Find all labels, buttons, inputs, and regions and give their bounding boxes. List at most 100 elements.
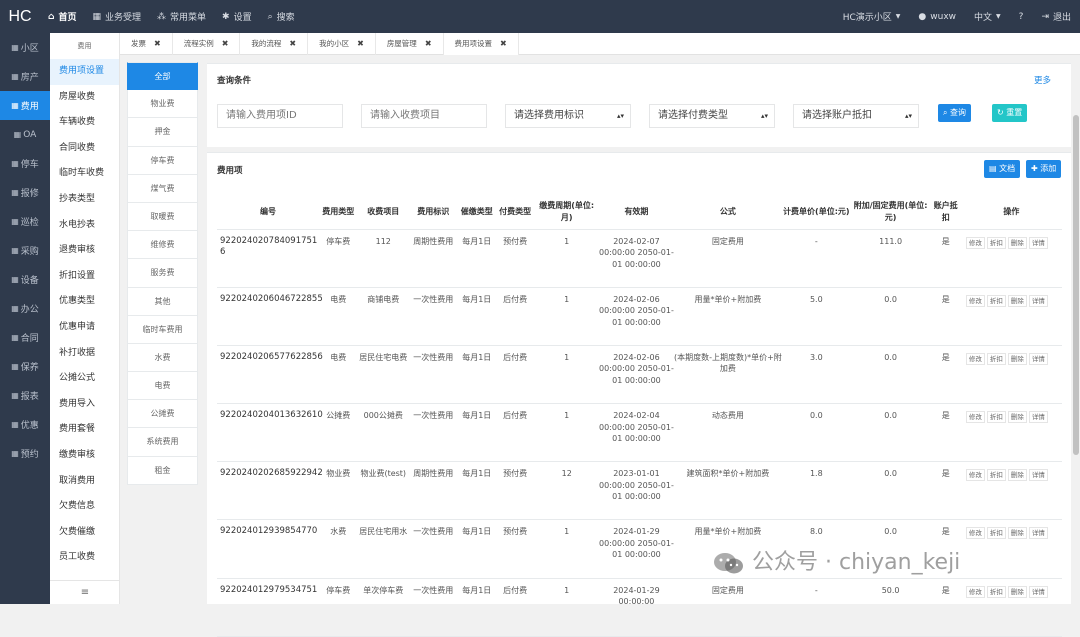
submenu-item[interactable]: 取消费用 <box>50 469 119 495</box>
submenu-item[interactable]: 员工收费 <box>50 545 119 571</box>
fee-category-item[interactable]: 临时车费用 <box>127 315 198 344</box>
submenu-item[interactable]: 费用导入 <box>50 392 119 418</box>
community-dropdown[interactable]: HC演示小区 ▼ <box>834 0 910 33</box>
page-tab[interactable]: 我的小区 ✖ <box>308 33 376 55</box>
discount-button[interactable]: 折扣 <box>986 469 1006 482</box>
fee-category-item[interactable]: 停车费 <box>127 146 198 175</box>
submenu-item[interactable]: 缴费审核 <box>50 443 119 469</box>
delete-button[interactable]: 删除 <box>1007 236 1027 249</box>
nav-settings[interactable]: ✱ 设置 <box>214 0 260 33</box>
detail-button[interactable]: 详情 <box>1028 294 1048 307</box>
submenu-item[interactable]: 临时车收费 <box>50 161 119 187</box>
close-icon[interactable]: ✖ <box>357 39 364 48</box>
discount-button[interactable]: 折扣 <box>986 585 1006 598</box>
account-deduct-select[interactable]: 请选择账户抵扣 ▴▾ <box>793 104 919 128</box>
fee-name-input[interactable]: 请输入收费项目 <box>361 104 487 128</box>
page-tab[interactable]: 流程实例 ✖ <box>173 33 241 55</box>
submenu-item[interactable]: 折扣设置 <box>50 264 119 290</box>
fee-category-item[interactable]: 其他 <box>127 287 198 316</box>
nav-search[interactable]: ⌕ 搜索 <box>260 0 303 33</box>
edit-button[interactable]: 修改 <box>965 585 985 598</box>
fee-category-item[interactable]: 全部 <box>127 62 198 91</box>
sidebar-item[interactable]: ▦ 设备 <box>0 265 50 294</box>
fee-category-item[interactable]: 押金 <box>127 118 198 147</box>
fee-category-item[interactable]: 系统费用 <box>127 428 198 457</box>
close-icon[interactable]: ✖ <box>222 39 229 48</box>
collapse-menu-button[interactable]: ≡ <box>50 580 120 604</box>
fee-item-id-input[interactable]: 请输入费用项ID <box>217 104 343 128</box>
close-icon[interactable]: ✖ <box>500 39 507 48</box>
sidebar-item[interactable]: ▦ 巡检 <box>0 207 50 236</box>
language-dropdown[interactable]: 中文 ▼ <box>965 0 1010 33</box>
delete-button[interactable]: 删除 <box>1007 469 1027 482</box>
fee-category-item[interactable]: 取暖费 <box>127 202 198 232</box>
close-icon[interactable]: ✖ <box>154 39 161 48</box>
submenu-item[interactable]: 公摊公式 <box>50 366 119 392</box>
submenu-item[interactable]: 补打收据 <box>50 341 119 367</box>
sidebar-item[interactable]: ▦ 保养 <box>0 352 50 381</box>
more-link[interactable]: 更多 <box>1034 74 1051 86</box>
discount-button[interactable]: 折扣 <box>986 236 1006 249</box>
doc-button[interactable]: ▤ 文档 <box>984 160 1021 178</box>
close-icon[interactable]: ✖ <box>425 39 432 48</box>
sidebar-item[interactable]: ▦ 采购 <box>0 236 50 265</box>
submenu-item[interactable]: 优惠类型 <box>50 289 119 315</box>
detail-button[interactable]: 详情 <box>1028 469 1048 482</box>
logo[interactable]: HC <box>0 8 40 26</box>
search-button[interactable]: ⌕ 查询 <box>938 104 972 122</box>
submenu-item[interactable]: 欠费信息 <box>50 494 119 520</box>
reset-button[interactable]: ↻ 重置 <box>992 104 1028 122</box>
submenu-item[interactable]: 欠费催缴 <box>50 520 119 546</box>
delete-button[interactable]: 删除 <box>1007 352 1027 365</box>
submenu-item[interactable]: 房屋收费 <box>50 85 119 111</box>
edit-button[interactable]: 修改 <box>965 469 985 482</box>
detail-button[interactable]: 详情 <box>1028 236 1048 249</box>
page-tab[interactable]: 房屋管理 ✖ <box>376 33 444 55</box>
user-dropdown[interactable]: ● wuxw <box>909 0 965 33</box>
submenu-item[interactable]: 费用项设置 <box>50 59 119 85</box>
page-tab[interactable]: 我的流程 ✖ <box>240 33 309 55</box>
nav-common-menu[interactable]: ⁂ 常用菜单 <box>149 0 214 33</box>
detail-button[interactable]: 详情 <box>1028 585 1048 598</box>
delete-button[interactable]: 删除 <box>1007 411 1027 424</box>
delete-button[interactable]: 删除 <box>1007 585 1027 598</box>
edit-button[interactable]: 修改 <box>965 411 985 424</box>
pay-type-select[interactable]: 请选择付费类型 ▴▾ <box>649 104 775 128</box>
sidebar-item[interactable]: ▦ 合同 <box>0 323 50 352</box>
delete-button[interactable]: 删除 <box>1007 294 1027 307</box>
detail-button[interactable]: 详情 <box>1028 352 1048 365</box>
fee-category-item[interactable]: 服务费 <box>127 259 198 288</box>
discount-button[interactable]: 折扣 <box>986 294 1006 307</box>
submenu-item[interactable]: 费用套餐 <box>50 417 119 443</box>
submenu-item[interactable]: 抄表类型 <box>50 187 119 213</box>
sidebar-item[interactable]: ▦ 预约 <box>0 439 50 468</box>
fee-flag-select[interactable]: 请选择费用标识 ▴▾ <box>505 104 631 128</box>
fee-category-item[interactable]: 煤气费 <box>127 174 198 203</box>
submenu-item[interactable]: 退费审核 <box>50 238 119 264</box>
fee-category-item[interactable]: 维修费 <box>127 231 198 260</box>
sidebar-item[interactable]: ▦ OA <box>0 120 50 149</box>
delete-button[interactable]: 删除 <box>1007 527 1027 540</box>
sidebar-item[interactable]: ▦ 房产 <box>0 62 50 91</box>
sidebar-item[interactable]: ▦ 小区 <box>0 33 50 62</box>
discount-button[interactable]: 折扣 <box>986 352 1006 365</box>
fee-category-item[interactable]: 租金 <box>127 456 198 485</box>
fee-category-item[interactable]: 水费 <box>127 343 198 373</box>
detail-button[interactable]: 详情 <box>1028 527 1048 540</box>
edit-button[interactable]: 修改 <box>965 527 985 540</box>
page-tab[interactable]: 费用项设置 ✖ <box>443 33 519 55</box>
fee-category-item[interactable]: 电费 <box>127 372 198 401</box>
submenu-item[interactable]: 合同收费 <box>50 136 119 162</box>
edit-button[interactable]: 修改 <box>965 294 985 307</box>
page-tab[interactable]: 发票 ✖ <box>120 33 173 55</box>
help-button[interactable]: ? <box>1010 0 1033 33</box>
nav-business[interactable]: ▦ 业务受理 <box>84 0 149 33</box>
submenu-item[interactable]: 水电抄表 <box>50 213 119 239</box>
sidebar-item[interactable]: ▦ 报表 <box>0 381 50 410</box>
nav-home[interactable]: ⌂ 首页 <box>40 0 84 33</box>
add-button[interactable]: ✚ 添加 <box>1026 160 1062 178</box>
sidebar-item[interactable]: ▦ 停车 <box>0 149 50 178</box>
close-icon[interactable]: ✖ <box>289 39 296 48</box>
edit-button[interactable]: 修改 <box>965 352 985 365</box>
logout-button[interactable]: ⇥ 退出 <box>1032 0 1080 33</box>
